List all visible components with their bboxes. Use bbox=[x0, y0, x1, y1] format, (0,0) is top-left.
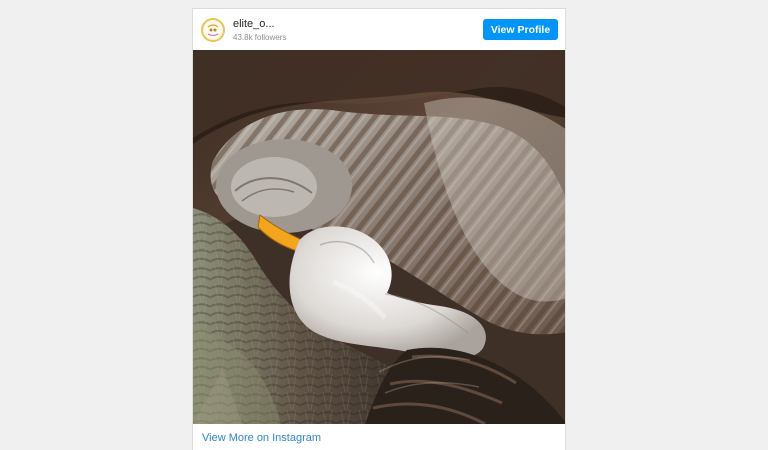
view-profile-button[interactable]: View Profile bbox=[483, 19, 558, 40]
view-more-on-instagram-link[interactable]: View More on Instagram bbox=[202, 432, 321, 444]
instagram-embed-card: elite_o... 43.8k followers View Profile bbox=[192, 8, 566, 450]
page: elite_o... 43.8k followers View Profile bbox=[0, 0, 768, 450]
follower-count: 43.8k followers bbox=[233, 32, 287, 42]
owl-logo-icon[interactable] bbox=[201, 17, 225, 42]
post-header: elite_o... 43.8k followers View Profile bbox=[193, 9, 565, 50]
account-info: elite_o... 43.8k followers bbox=[233, 18, 483, 42]
post-image[interactable] bbox=[193, 50, 565, 424]
username[interactable]: elite_o... bbox=[233, 19, 483, 30]
